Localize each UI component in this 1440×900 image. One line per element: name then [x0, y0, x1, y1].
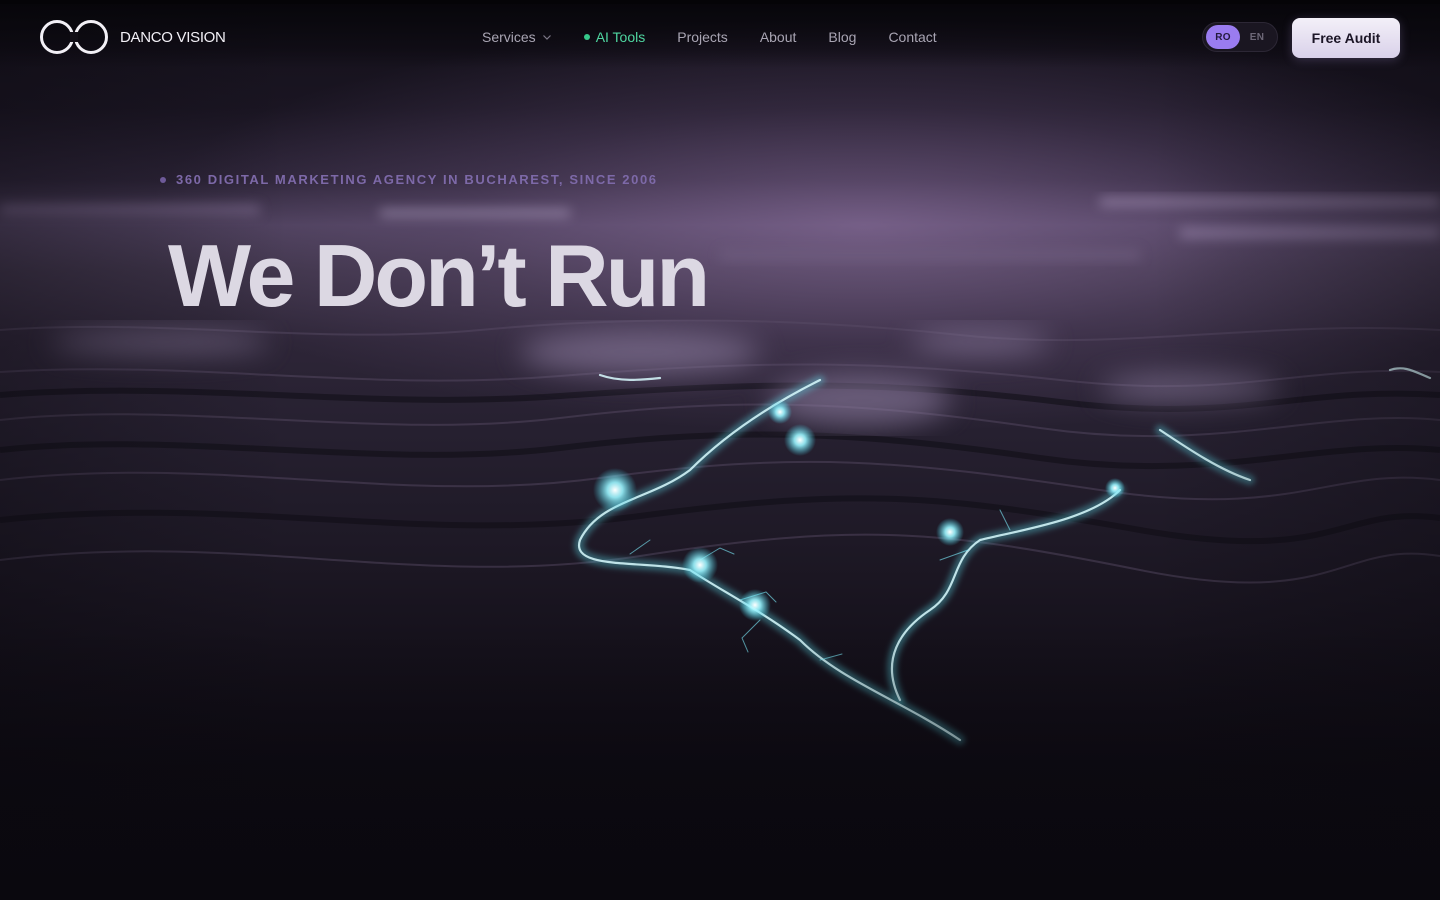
nav-item-projects[interactable]: Projects	[677, 29, 728, 45]
brand-name: DANCO VISION	[120, 28, 226, 46]
language-option-en[interactable]: EN	[1240, 25, 1274, 49]
nav-item-label: Services	[482, 29, 536, 45]
status-dot-icon	[583, 34, 590, 40]
dune-landscape-illustration	[0, 198, 1440, 745]
infinity-loop-icon	[40, 20, 108, 54]
nav-item-services[interactable]: Services	[482, 29, 552, 45]
language-option-ro[interactable]: RO	[1206, 25, 1240, 49]
nav-item-label: AI Tools	[595, 29, 646, 45]
nav-item-blog[interactable]: Blog	[828, 29, 856, 45]
bullet-dot-icon	[160, 176, 166, 183]
nav-item-about[interactable]: About	[760, 29, 797, 45]
hero-headline: We Don’t Run	[168, 226, 710, 325]
page: DANCO VISION Services AI Tools Projects …	[0, 0, 1440, 900]
nav-item-contact[interactable]: Contact	[888, 29, 936, 45]
main-nav: Services AI Tools Projects About Blog Co…	[482, 26, 937, 48]
language-toggle: RO EN	[1202, 22, 1278, 52]
nav-item-ai-tools[interactable]: AI Tools	[583, 29, 646, 45]
brand-logo-link[interactable]: DANCO VISION	[40, 18, 226, 56]
chevron-down-icon	[542, 35, 551, 40]
free-audit-button[interactable]: Free Audit	[1292, 18, 1400, 58]
hero-eyebrow-text: 360 DIGITAL MARKETING AGENCY IN BUCHARES…	[176, 172, 658, 187]
hero-eyebrow: 360 DIGITAL MARKETING AGENCY IN BUCHARES…	[160, 172, 658, 187]
hero-background-image	[0, 0, 1440, 900]
top-navigation-bar: DANCO VISION Services AI Tools Projects …	[0, 0, 1440, 68]
